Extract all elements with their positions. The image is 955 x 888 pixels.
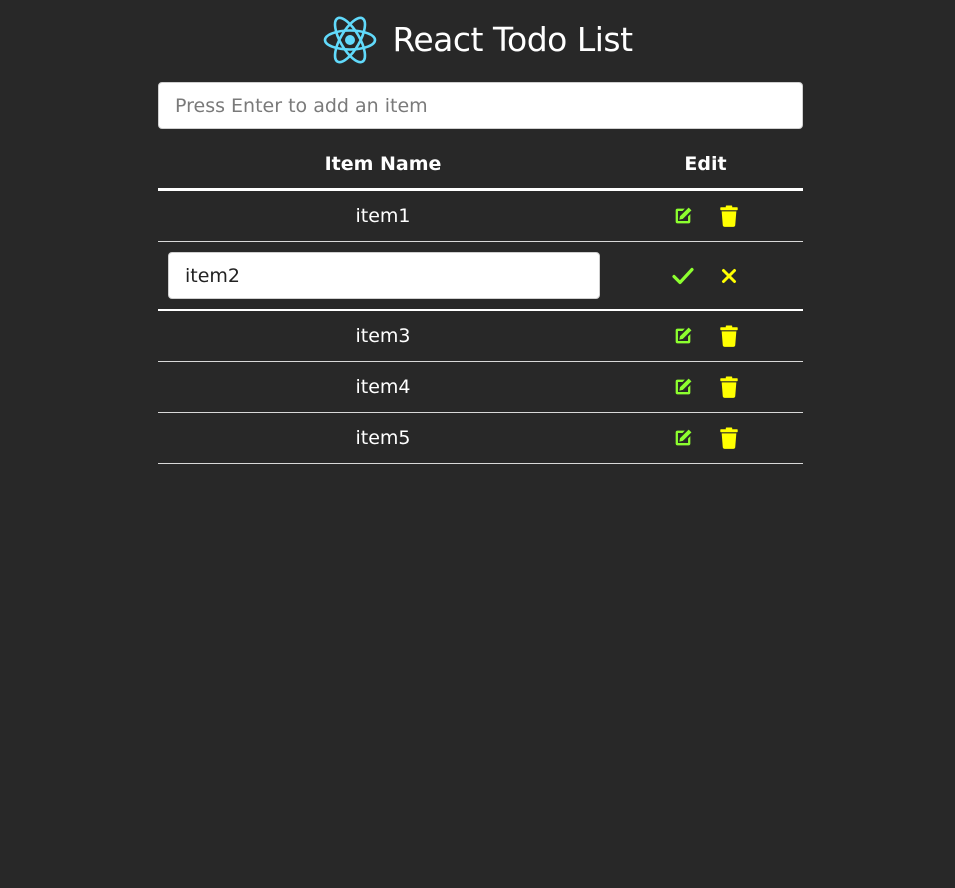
row-actions — [608, 324, 803, 348]
edit-item-input[interactable] — [168, 252, 600, 299]
cancel-edit-button[interactable] — [717, 264, 741, 288]
edit-button[interactable] — [671, 324, 695, 348]
table-row: item5 — [158, 413, 803, 464]
todo-app: React Todo List Item Name Edit item1 — [0, 0, 955, 888]
page-title: React Todo List — [392, 20, 633, 59]
add-item-input[interactable] — [158, 82, 803, 129]
confirm-edit-button[interactable] — [671, 264, 695, 288]
row-actions — [608, 264, 803, 288]
trash-icon — [719, 376, 738, 398]
todo-table: Item Name Edit item1 item2 item3 item4 i… — [158, 140, 803, 464]
table-row-editing — [158, 242, 803, 311]
delete-button[interactable] — [717, 426, 741, 450]
table-row: item3 — [158, 311, 803, 362]
column-header-edit: Edit — [684, 153, 727, 175]
row-actions — [608, 426, 803, 450]
delete-button[interactable] — [717, 204, 741, 228]
close-icon — [721, 268, 736, 283]
delete-button[interactable] — [717, 324, 741, 348]
row-actions — [608, 204, 803, 228]
edit-icon — [675, 429, 691, 446]
edit-button[interactable] — [671, 204, 695, 228]
column-header-item-name: Item Name — [324, 153, 442, 175]
table-row: item1 — [158, 191, 803, 242]
item-name: item5 — [355, 427, 411, 449]
app-header: React Todo List — [0, 12, 955, 68]
edit-button[interactable] — [671, 375, 695, 399]
item-name: item1 — [355, 205, 411, 227]
trash-icon — [719, 427, 738, 449]
edit-icon — [675, 378, 691, 395]
check-icon — [671, 267, 694, 284]
edit-icon — [675, 327, 691, 344]
table-header: Item Name Edit — [158, 140, 803, 191]
trash-icon — [719, 325, 738, 347]
item-name: item3 — [355, 325, 411, 347]
edit-icon — [675, 207, 691, 224]
edit-cell — [158, 252, 608, 299]
item-name: item4 — [355, 376, 411, 398]
table-row: item4 — [158, 362, 803, 413]
edit-button[interactable] — [671, 426, 695, 450]
react-atom-icon — [324, 16, 377, 64]
delete-button[interactable] — [717, 375, 741, 399]
trash-icon — [719, 205, 738, 227]
row-actions — [608, 375, 803, 399]
